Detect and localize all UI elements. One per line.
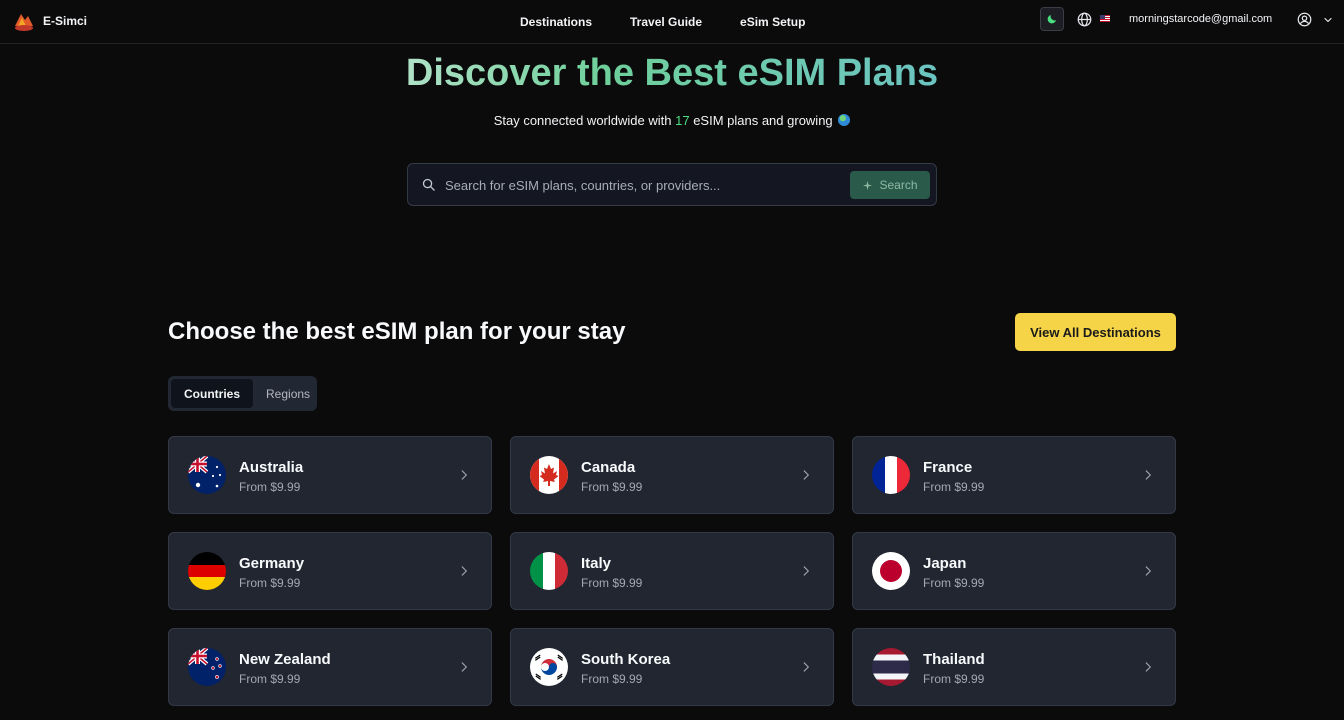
flag-new-zealand-icon — [188, 648, 226, 686]
chevron-right-icon — [461, 470, 467, 480]
brand-name: E-Simci — [43, 14, 88, 28]
chevron-right-icon — [1145, 566, 1151, 576]
chevron-right-icon — [1145, 662, 1151, 672]
flag-thailand-icon — [872, 648, 910, 686]
country-name: Germany — [239, 555, 305, 572]
earth-globe-icon — [838, 114, 851, 126]
country-card-canada[interactable]: Canada From $9.99 — [510, 436, 834, 514]
flag-canada-icon — [530, 456, 568, 494]
flag-italy-icon — [530, 552, 568, 590]
country-card-new-zealand[interactable]: New Zealand From $9.99 — [168, 628, 492, 706]
country-price: From $9.99 — [239, 576, 301, 590]
hero-subtitle-prefix: Stay connected worldwide with — [493, 113, 672, 128]
country-card-france[interactable]: France From $9.99 — [852, 436, 1176, 514]
chevron-down-icon[interactable] — [1322, 14, 1334, 26]
globe-icon[interactable] — [1077, 12, 1092, 27]
country-price: From $9.99 — [923, 672, 985, 686]
view-all-destinations-button[interactable]: View All Destinations — [1015, 313, 1176, 351]
nav-link-travel-guide[interactable]: Travel Guide — [630, 15, 702, 29]
chevron-right-icon — [803, 566, 809, 576]
country-price: From $9.99 — [923, 480, 985, 494]
country-name: South Korea — [581, 651, 671, 668]
main-nav: Destinations Travel Guide eSim Setup — [520, 0, 843, 44]
search-icon — [422, 178, 435, 191]
country-name: Canada — [581, 459, 636, 476]
hero-title: Discover the Best eSIM Plans — [0, 50, 1344, 96]
sparkle-icon — [863, 180, 873, 190]
destination-tabs: Countries Regions — [168, 376, 317, 411]
search-input[interactable] — [445, 174, 845, 196]
country-name: Japan — [923, 555, 967, 572]
nav-link-esim-setup[interactable]: eSim Setup — [740, 15, 805, 29]
country-price: From $9.99 — [923, 576, 985, 590]
country-price: From $9.99 — [581, 480, 643, 494]
tab-countries[interactable]: Countries — [171, 379, 254, 408]
country-card-south-korea[interactable]: South Korea From $9.99 — [510, 628, 834, 706]
country-card-japan[interactable]: Japan From $9.99 — [852, 532, 1176, 610]
user-circle-icon[interactable] — [1297, 12, 1312, 27]
country-card-germany[interactable]: Germany From $9.99 — [168, 532, 492, 610]
country-name: New Zealand — [239, 651, 331, 668]
flag-south-korea-icon — [530, 648, 568, 686]
country-name: Australia — [239, 459, 304, 476]
hero-subtitle-suffix: eSIM plans and growing — [693, 113, 833, 128]
country-name: Italy — [581, 555, 612, 572]
user-email[interactable]: morningstarcode@gmail.com — [1129, 13, 1272, 25]
search-bar: Search — [407, 163, 937, 206]
country-card-australia[interactable]: Australia From $9.99 — [168, 436, 492, 514]
chevron-right-icon — [461, 662, 467, 672]
search-button[interactable]: Search — [850, 171, 930, 199]
country-price: From $9.99 — [581, 576, 643, 590]
country-name: Thailand — [923, 651, 985, 668]
brand[interactable]: E-Simci — [12, 9, 87, 33]
flag-us-icon[interactable] — [1100, 15, 1110, 22]
top-navbar: E-Simci Destinations Travel Guide eSim S… — [0, 0, 1344, 44]
chevron-right-icon — [803, 662, 809, 672]
chevron-right-icon — [803, 470, 809, 480]
search-button-label: Search — [879, 178, 918, 192]
country-name: France — [923, 459, 973, 476]
section-title: Choose the best eSIM plan for your stay — [168, 318, 626, 345]
country-price: From $9.99 — [239, 480, 301, 494]
chevron-right-icon — [1145, 470, 1151, 480]
nav-link-destinations[interactable]: Destinations — [520, 15, 592, 29]
theme-toggle-button[interactable] — [1040, 7, 1064, 31]
flag-japan-icon — [872, 552, 910, 590]
plan-count: 17 — [675, 113, 690, 128]
country-card-thailand[interactable]: Thailand From $9.99 — [852, 628, 1176, 706]
hero-subtitle: Stay connected worldwide with 17 eSIM pl… — [0, 113, 1344, 128]
flag-france-icon — [872, 456, 910, 494]
flag-australia-icon — [188, 456, 226, 494]
tab-regions[interactable]: Regions — [253, 379, 323, 408]
chevron-right-icon — [461, 566, 467, 576]
country-price: From $9.99 — [239, 672, 301, 686]
moon-icon — [1047, 15, 1056, 24]
flag-germany-icon — [188, 552, 226, 590]
brand-logo-icon — [15, 14, 33, 31]
country-price: From $9.99 — [581, 672, 643, 686]
country-card-italy[interactable]: Italy From $9.99 — [510, 532, 834, 610]
